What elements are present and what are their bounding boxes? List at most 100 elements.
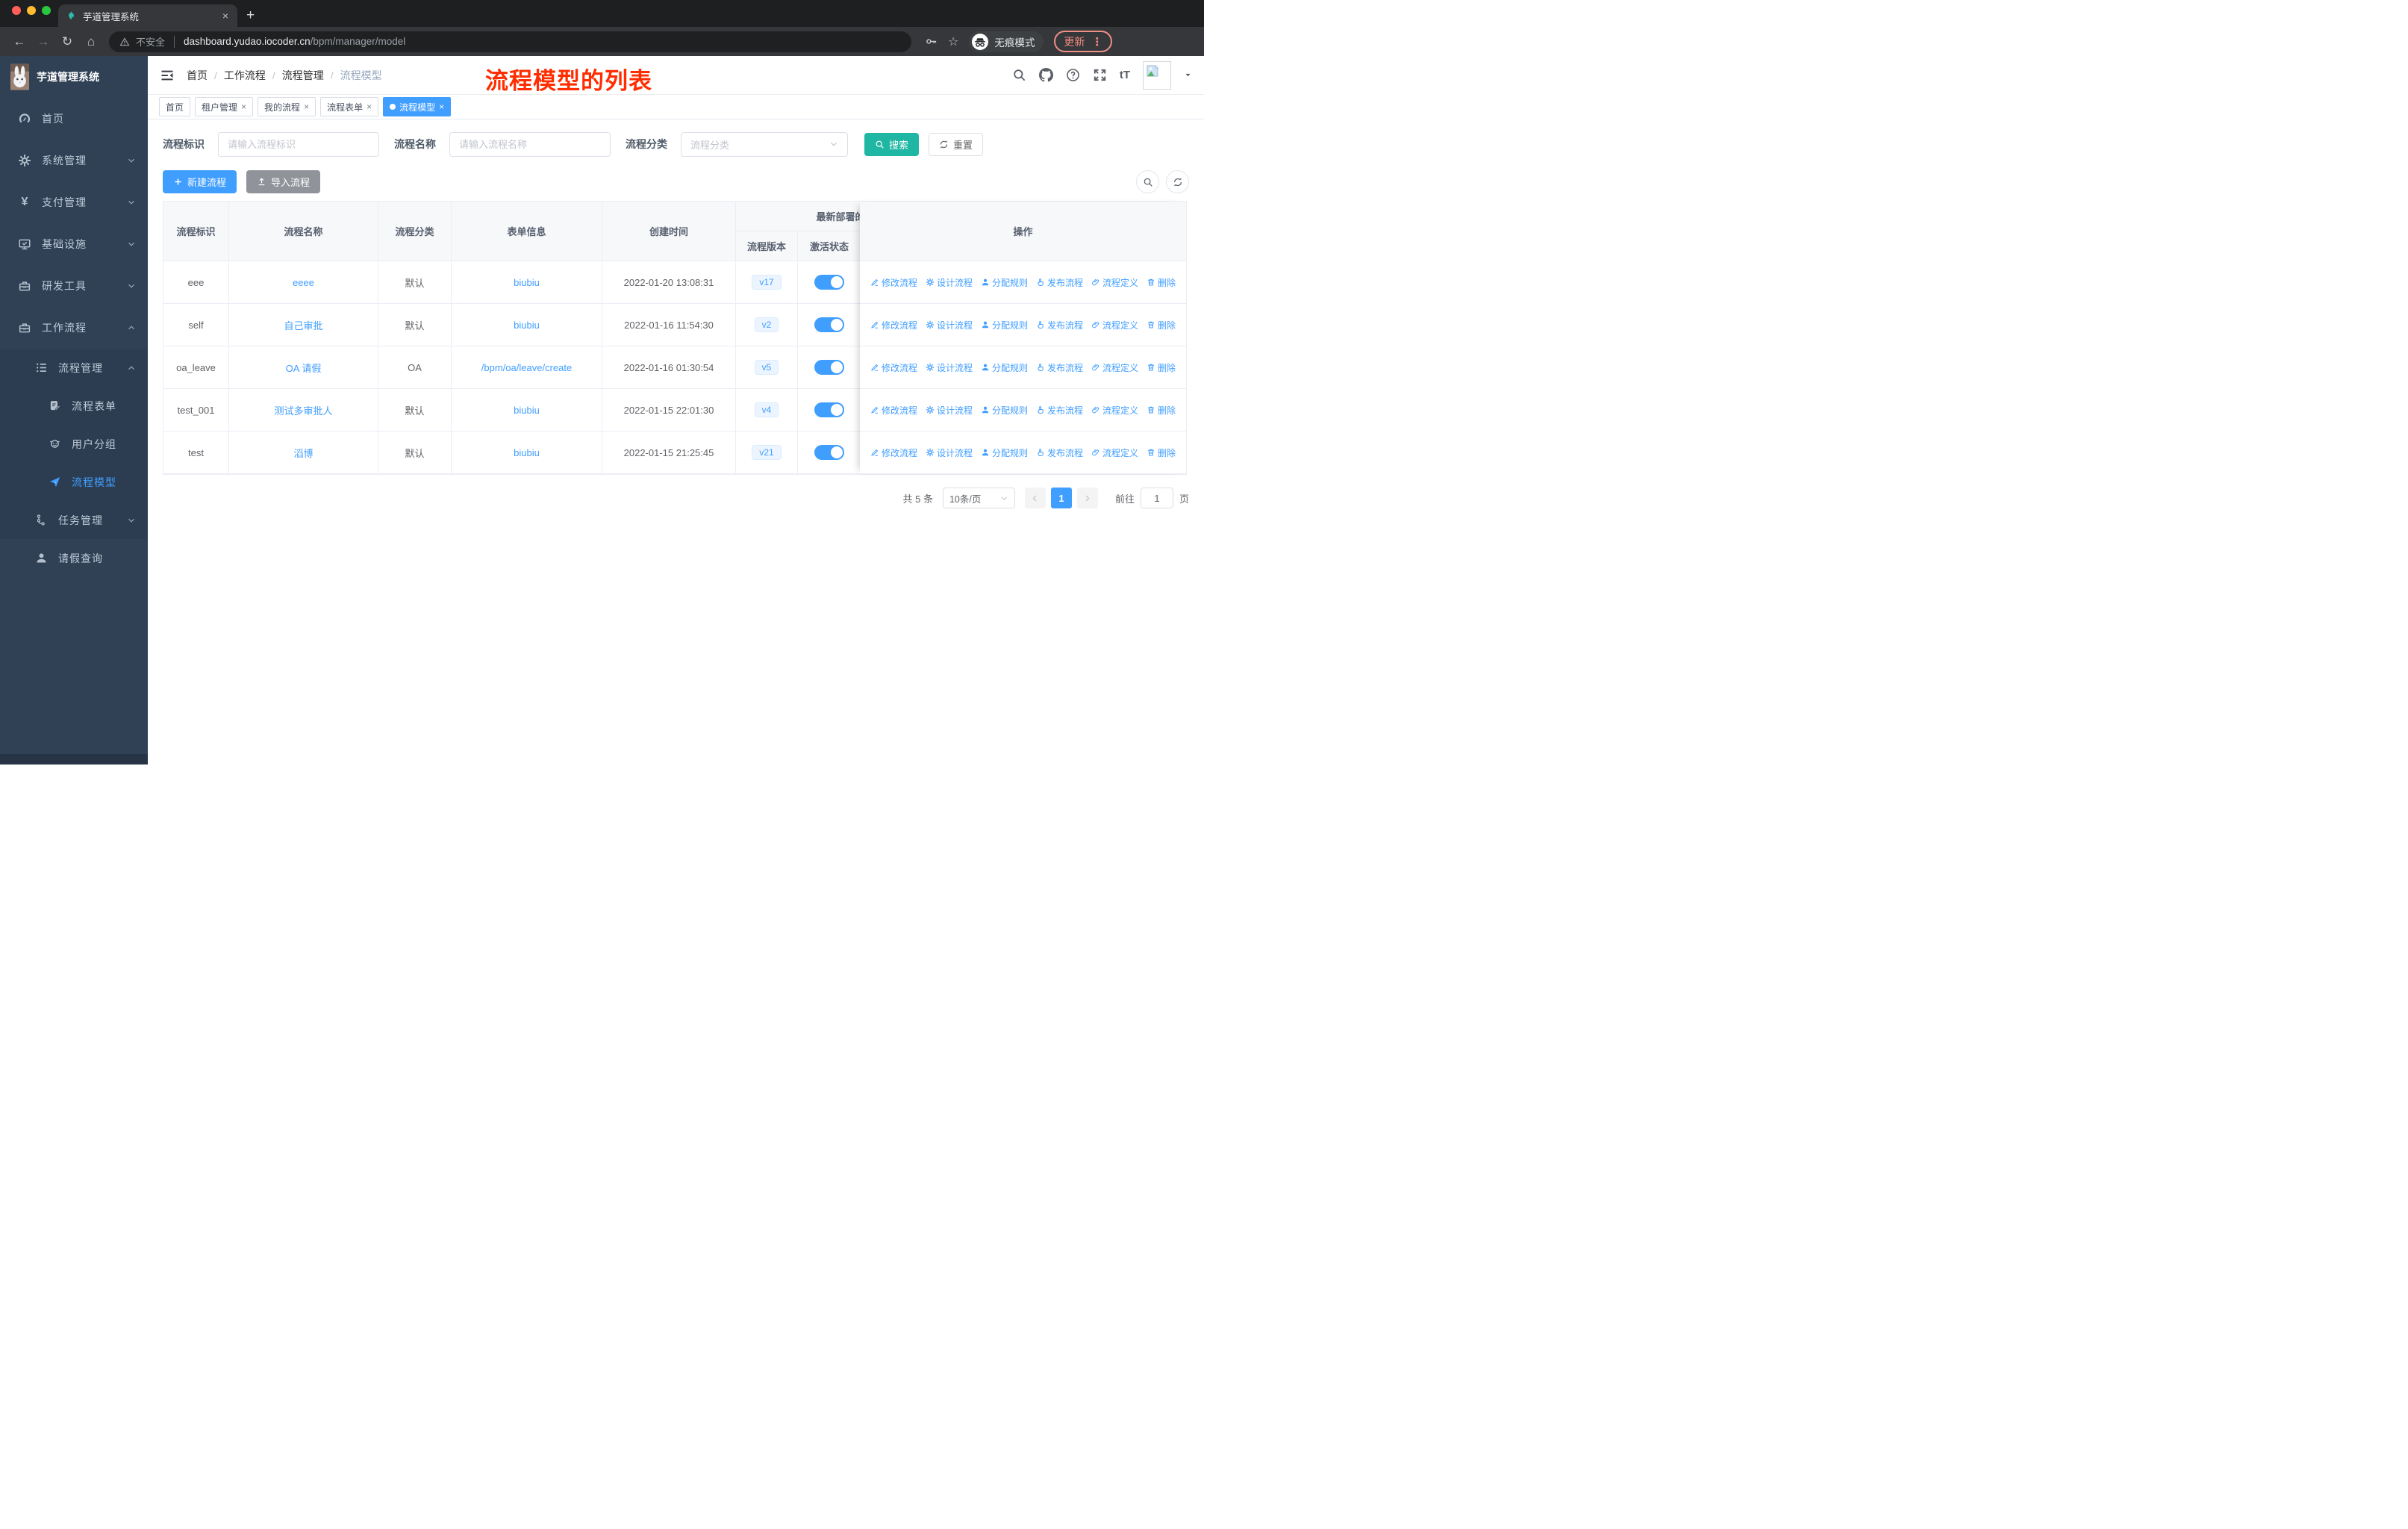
- zoom-window-button[interactable]: [42, 6, 51, 15]
- key-icon[interactable]: [925, 35, 938, 48]
- close-icon[interactable]: ×: [439, 102, 444, 112]
- process-name-input[interactable]: [449, 131, 611, 157]
- active-toggle[interactable]: [814, 360, 844, 375]
- publish-process-link[interactable]: 发布流程: [1036, 276, 1083, 289]
- delete-link[interactable]: 删除: [1147, 276, 1176, 289]
- process-definition-link[interactable]: 流程定义: [1091, 404, 1138, 417]
- forward-button[interactable]: →: [33, 34, 54, 49]
- browser-menu-icon[interactable]: ⋮: [1091, 35, 1102, 49]
- url-text[interactable]: dashboard.yudao.iocoder.cn/bpm/manager/m…: [184, 36, 405, 47]
- process-name-link[interactable]: OA 请假: [229, 346, 378, 388]
- search-icon[interactable]: [1012, 68, 1026, 82]
- breadcrumb-home[interactable]: 首页: [187, 68, 208, 83]
- process-name-link[interactable]: eeee: [229, 261, 378, 303]
- close-tab-icon[interactable]: ×: [221, 10, 230, 22]
- form-info-link[interactable]: biubiu: [452, 432, 602, 473]
- back-button[interactable]: ←: [9, 34, 30, 49]
- browser-tab[interactable]: 芋道管理系统 ×: [58, 4, 237, 27]
- font-size-icon[interactable]: tT: [1120, 69, 1130, 81]
- sidebar-item-infra[interactable]: 基础设施: [0, 223, 148, 265]
- publish-process-link[interactable]: 发布流程: [1036, 446, 1083, 459]
- close-icon[interactable]: ×: [366, 102, 372, 112]
- reset-button[interactable]: 重置: [929, 132, 984, 156]
- modify-process-link[interactable]: 修改流程: [870, 404, 917, 417]
- design-process-link[interactable]: 设计流程: [926, 446, 973, 459]
- update-browser-button[interactable]: 更新 ⋮: [1054, 31, 1113, 52]
- publish-process-link[interactable]: 发布流程: [1036, 361, 1083, 374]
- modify-process-link[interactable]: 修改流程: [870, 319, 917, 331]
- reload-button[interactable]: ↻: [57, 34, 78, 49]
- process-definition-link[interactable]: 流程定义: [1091, 446, 1138, 459]
- process-id-input[interactable]: [218, 131, 379, 157]
- delete-link[interactable]: 删除: [1147, 319, 1176, 331]
- process-definition-link[interactable]: 流程定义: [1091, 276, 1138, 289]
- sidebar-item-process-form[interactable]: 流程表单: [0, 387, 148, 425]
- design-process-link[interactable]: 设计流程: [926, 319, 973, 331]
- form-info-link[interactable]: biubiu: [452, 389, 602, 431]
- active-toggle[interactable]: [814, 445, 844, 460]
- caret-down-icon[interactable]: [1184, 71, 1192, 79]
- security-label[interactable]: 不安全: [136, 34, 165, 49]
- page-size-select[interactable]: 10条/页: [942, 488, 1015, 508]
- process-name-link[interactable]: 自己审批: [229, 304, 378, 346]
- close-icon[interactable]: ×: [304, 102, 309, 112]
- active-toggle[interactable]: [814, 275, 844, 290]
- sidebar-item-system[interactable]: 系统管理: [0, 140, 148, 181]
- sidebar-item-home[interactable]: 首页: [0, 98, 148, 140]
- form-info-link[interactable]: biubiu: [452, 261, 602, 303]
- breadcrumb-workflow[interactable]: 工作流程: [224, 68, 266, 83]
- tab-process-form[interactable]: 流程表单 ×: [320, 97, 379, 116]
- bookmark-star-icon[interactable]: ☆: [948, 34, 958, 49]
- assign-rule-link[interactable]: 分配规则: [981, 361, 1028, 374]
- form-info-link[interactable]: biubiu: [452, 304, 602, 346]
- assign-rule-link[interactable]: 分配规则: [981, 446, 1028, 459]
- process-category-select[interactable]: 流程分类: [681, 131, 848, 157]
- new-tab-button[interactable]: +: [246, 6, 255, 25]
- help-icon[interactable]: [1066, 68, 1080, 82]
- modify-process-link[interactable]: 修改流程: [870, 276, 917, 289]
- refresh-table-button[interactable]: [1166, 170, 1189, 193]
- goto-page-input[interactable]: [1140, 488, 1173, 508]
- sidebar-collapse-bar[interactable]: [0, 754, 148, 764]
- fullscreen-icon[interactable]: [1093, 68, 1107, 82]
- sidebar-fold-icon[interactable]: [160, 68, 175, 83]
- current-page-button[interactable]: 1: [1050, 488, 1072, 508]
- design-process-link[interactable]: 设计流程: [926, 276, 973, 289]
- home-button[interactable]: ⌂: [81, 34, 102, 49]
- tab-process-model[interactable]: 流程模型 ×: [383, 97, 452, 116]
- sidebar-item-process-mgmt[interactable]: 流程管理: [0, 349, 148, 387]
- import-process-button[interactable]: 导入流程: [246, 170, 321, 193]
- sidebar-item-payment[interactable]: ¥ 支付管理: [0, 181, 148, 223]
- publish-process-link[interactable]: 发布流程: [1036, 404, 1083, 417]
- process-definition-link[interactable]: 流程定义: [1091, 319, 1138, 331]
- process-name-link[interactable]: 滔博: [229, 432, 378, 473]
- active-toggle[interactable]: [814, 402, 844, 417]
- close-icon[interactable]: ×: [241, 102, 246, 112]
- sidebar-item-user-group[interactable]: 用户分组: [0, 425, 148, 463]
- avatar[interactable]: [1143, 60, 1171, 90]
- sidebar-item-process-model[interactable]: 流程模型: [0, 463, 148, 501]
- sidebar-item-task-mgmt[interactable]: 任务管理: [0, 501, 148, 539]
- tab-tenant[interactable]: 租户管理 ×: [195, 97, 254, 116]
- delete-link[interactable]: 删除: [1147, 446, 1176, 459]
- assign-rule-link[interactable]: 分配规则: [981, 276, 1028, 289]
- tab-my-process[interactable]: 我的流程 ×: [258, 97, 316, 116]
- minimize-window-button[interactable]: [27, 6, 36, 15]
- design-process-link[interactable]: 设计流程: [926, 404, 973, 417]
- close-window-button[interactable]: [12, 6, 21, 15]
- design-process-link[interactable]: 设计流程: [926, 361, 973, 374]
- show-search-button[interactable]: [1136, 170, 1159, 193]
- prev-page-button[interactable]: [1024, 488, 1046, 508]
- breadcrumb-process-mgmt[interactable]: 流程管理: [282, 68, 324, 83]
- github-icon[interactable]: [1039, 68, 1053, 82]
- delete-link[interactable]: 删除: [1147, 404, 1176, 417]
- form-info-link[interactable]: /bpm/oa/leave/create: [452, 346, 602, 388]
- next-page-button[interactable]: [1076, 488, 1098, 508]
- publish-process-link[interactable]: 发布流程: [1036, 319, 1083, 331]
- sidebar-item-workflow[interactable]: 工作流程: [0, 307, 148, 349]
- create-process-button[interactable]: 新建流程: [163, 170, 237, 193]
- active-toggle[interactable]: [814, 317, 844, 332]
- modify-process-link[interactable]: 修改流程: [870, 446, 917, 459]
- delete-link[interactable]: 删除: [1147, 361, 1176, 374]
- assign-rule-link[interactable]: 分配规则: [981, 404, 1028, 417]
